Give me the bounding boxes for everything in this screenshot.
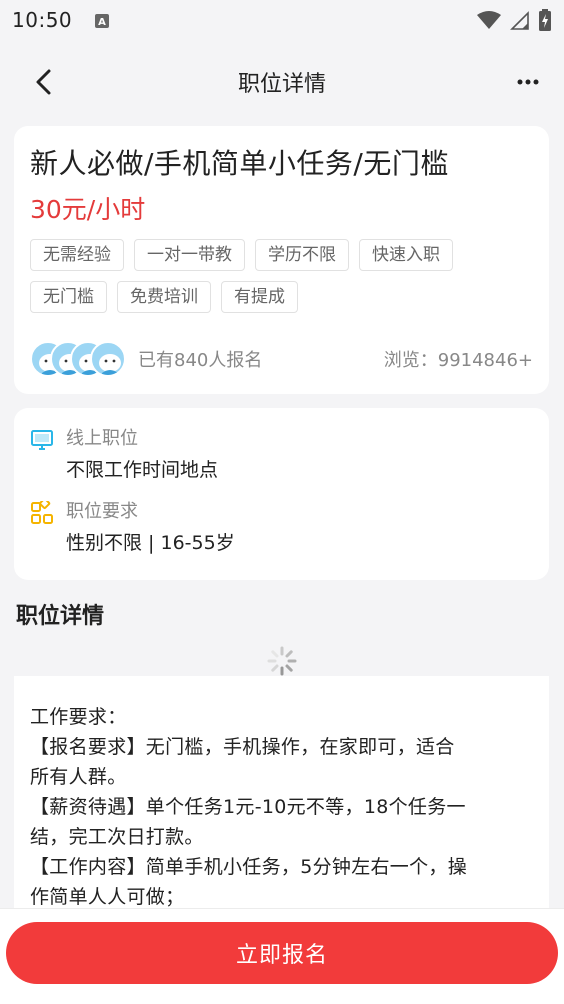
info-value: 不限工作时间地点 xyxy=(66,459,219,481)
page-title: 职位详情 xyxy=(237,72,326,97)
sim-a-icon: A xyxy=(95,13,110,28)
job-tag: 快速入职 xyxy=(359,238,453,271)
description-line: 【报名要求】无门槛，手机操作，在家即可，适合 xyxy=(30,736,455,758)
info-label: 线上职位 xyxy=(66,428,138,449)
job-tag: 无门槛 xyxy=(30,280,107,313)
monitor-icon xyxy=(31,430,53,450)
description-line: 【薪资待遇】单个任务1元-10元不等，18个任务一 xyxy=(30,796,466,818)
view-count: 浏览：9914846+ xyxy=(383,350,533,371)
info-row-requirements: 职位要求 性别不限 | 16-55岁 xyxy=(30,499,533,558)
job-summary-card: 新人必做/手机简单小任务/无门槛 30元/小时 无需经验 一对一带教 学历不限 … xyxy=(14,126,549,394)
bottom-action-bar: 立即报名 xyxy=(0,908,564,1004)
wifi-icon xyxy=(477,11,501,29)
status-bar: 10:50 A xyxy=(0,0,564,40)
status-icons xyxy=(476,9,552,31)
apply-button[interactable]: 立即报名 xyxy=(6,922,558,984)
back-arrow-icon[interactable] xyxy=(30,67,60,97)
info-row-online: 线上职位 不限工作时间地点 xyxy=(30,426,533,485)
loading-spinner-icon xyxy=(267,646,297,676)
info-value: 性别不限 | 16-55岁 xyxy=(66,532,235,554)
job-salary: 30元/小时 xyxy=(30,195,146,225)
job-tag: 免费培训 xyxy=(117,280,211,313)
description-line: 工作要求： xyxy=(30,706,127,728)
description-line: 作简单人人可做； xyxy=(30,886,185,908)
job-description-card: 工作要求： 【报名要求】无门槛，手机操作，在家即可，适合 所有人群。 【薪资待遇… xyxy=(14,676,549,908)
description-line: 【工作内容】简单手机小任务，5分钟左右一个，操 xyxy=(30,856,467,878)
job-tag: 无需经验 xyxy=(30,238,124,271)
job-tag: 学历不限 xyxy=(255,238,349,271)
job-info-card: 线上职位 不限工作时间地点 职位要求 性别不限 | 16-55岁 xyxy=(14,408,549,580)
battery-charging-icon xyxy=(539,9,551,31)
job-tag: 一对一带教 xyxy=(134,238,245,271)
avatar xyxy=(90,341,126,377)
signup-count: 已有840人报名 xyxy=(138,350,263,371)
status-time: 10:50 xyxy=(12,8,73,32)
description-line: 结，完工次日打款。 xyxy=(30,826,204,848)
svg-text:A: A xyxy=(98,17,106,28)
nav-bar: 职位详情 xyxy=(0,52,564,112)
more-dots-icon[interactable] xyxy=(516,70,540,94)
info-label: 职位要求 xyxy=(66,501,138,522)
grid-apps-icon xyxy=(31,501,53,524)
applicant-avatars xyxy=(30,341,126,377)
description-line: 所有人群。 xyxy=(30,766,127,788)
section-title-details: 职位详情 xyxy=(16,604,105,629)
job-title: 新人必做/手机简单小任务/无门槛 xyxy=(30,147,449,180)
job-tag: 有提成 xyxy=(221,280,298,313)
signup-row: 已有840人报名 浏览：9914846+ xyxy=(30,341,533,377)
signal-icon xyxy=(510,11,529,30)
job-tags: 无需经验 一对一带教 学历不限 快速入职 无门槛 免费培训 有提成 xyxy=(30,238,510,313)
